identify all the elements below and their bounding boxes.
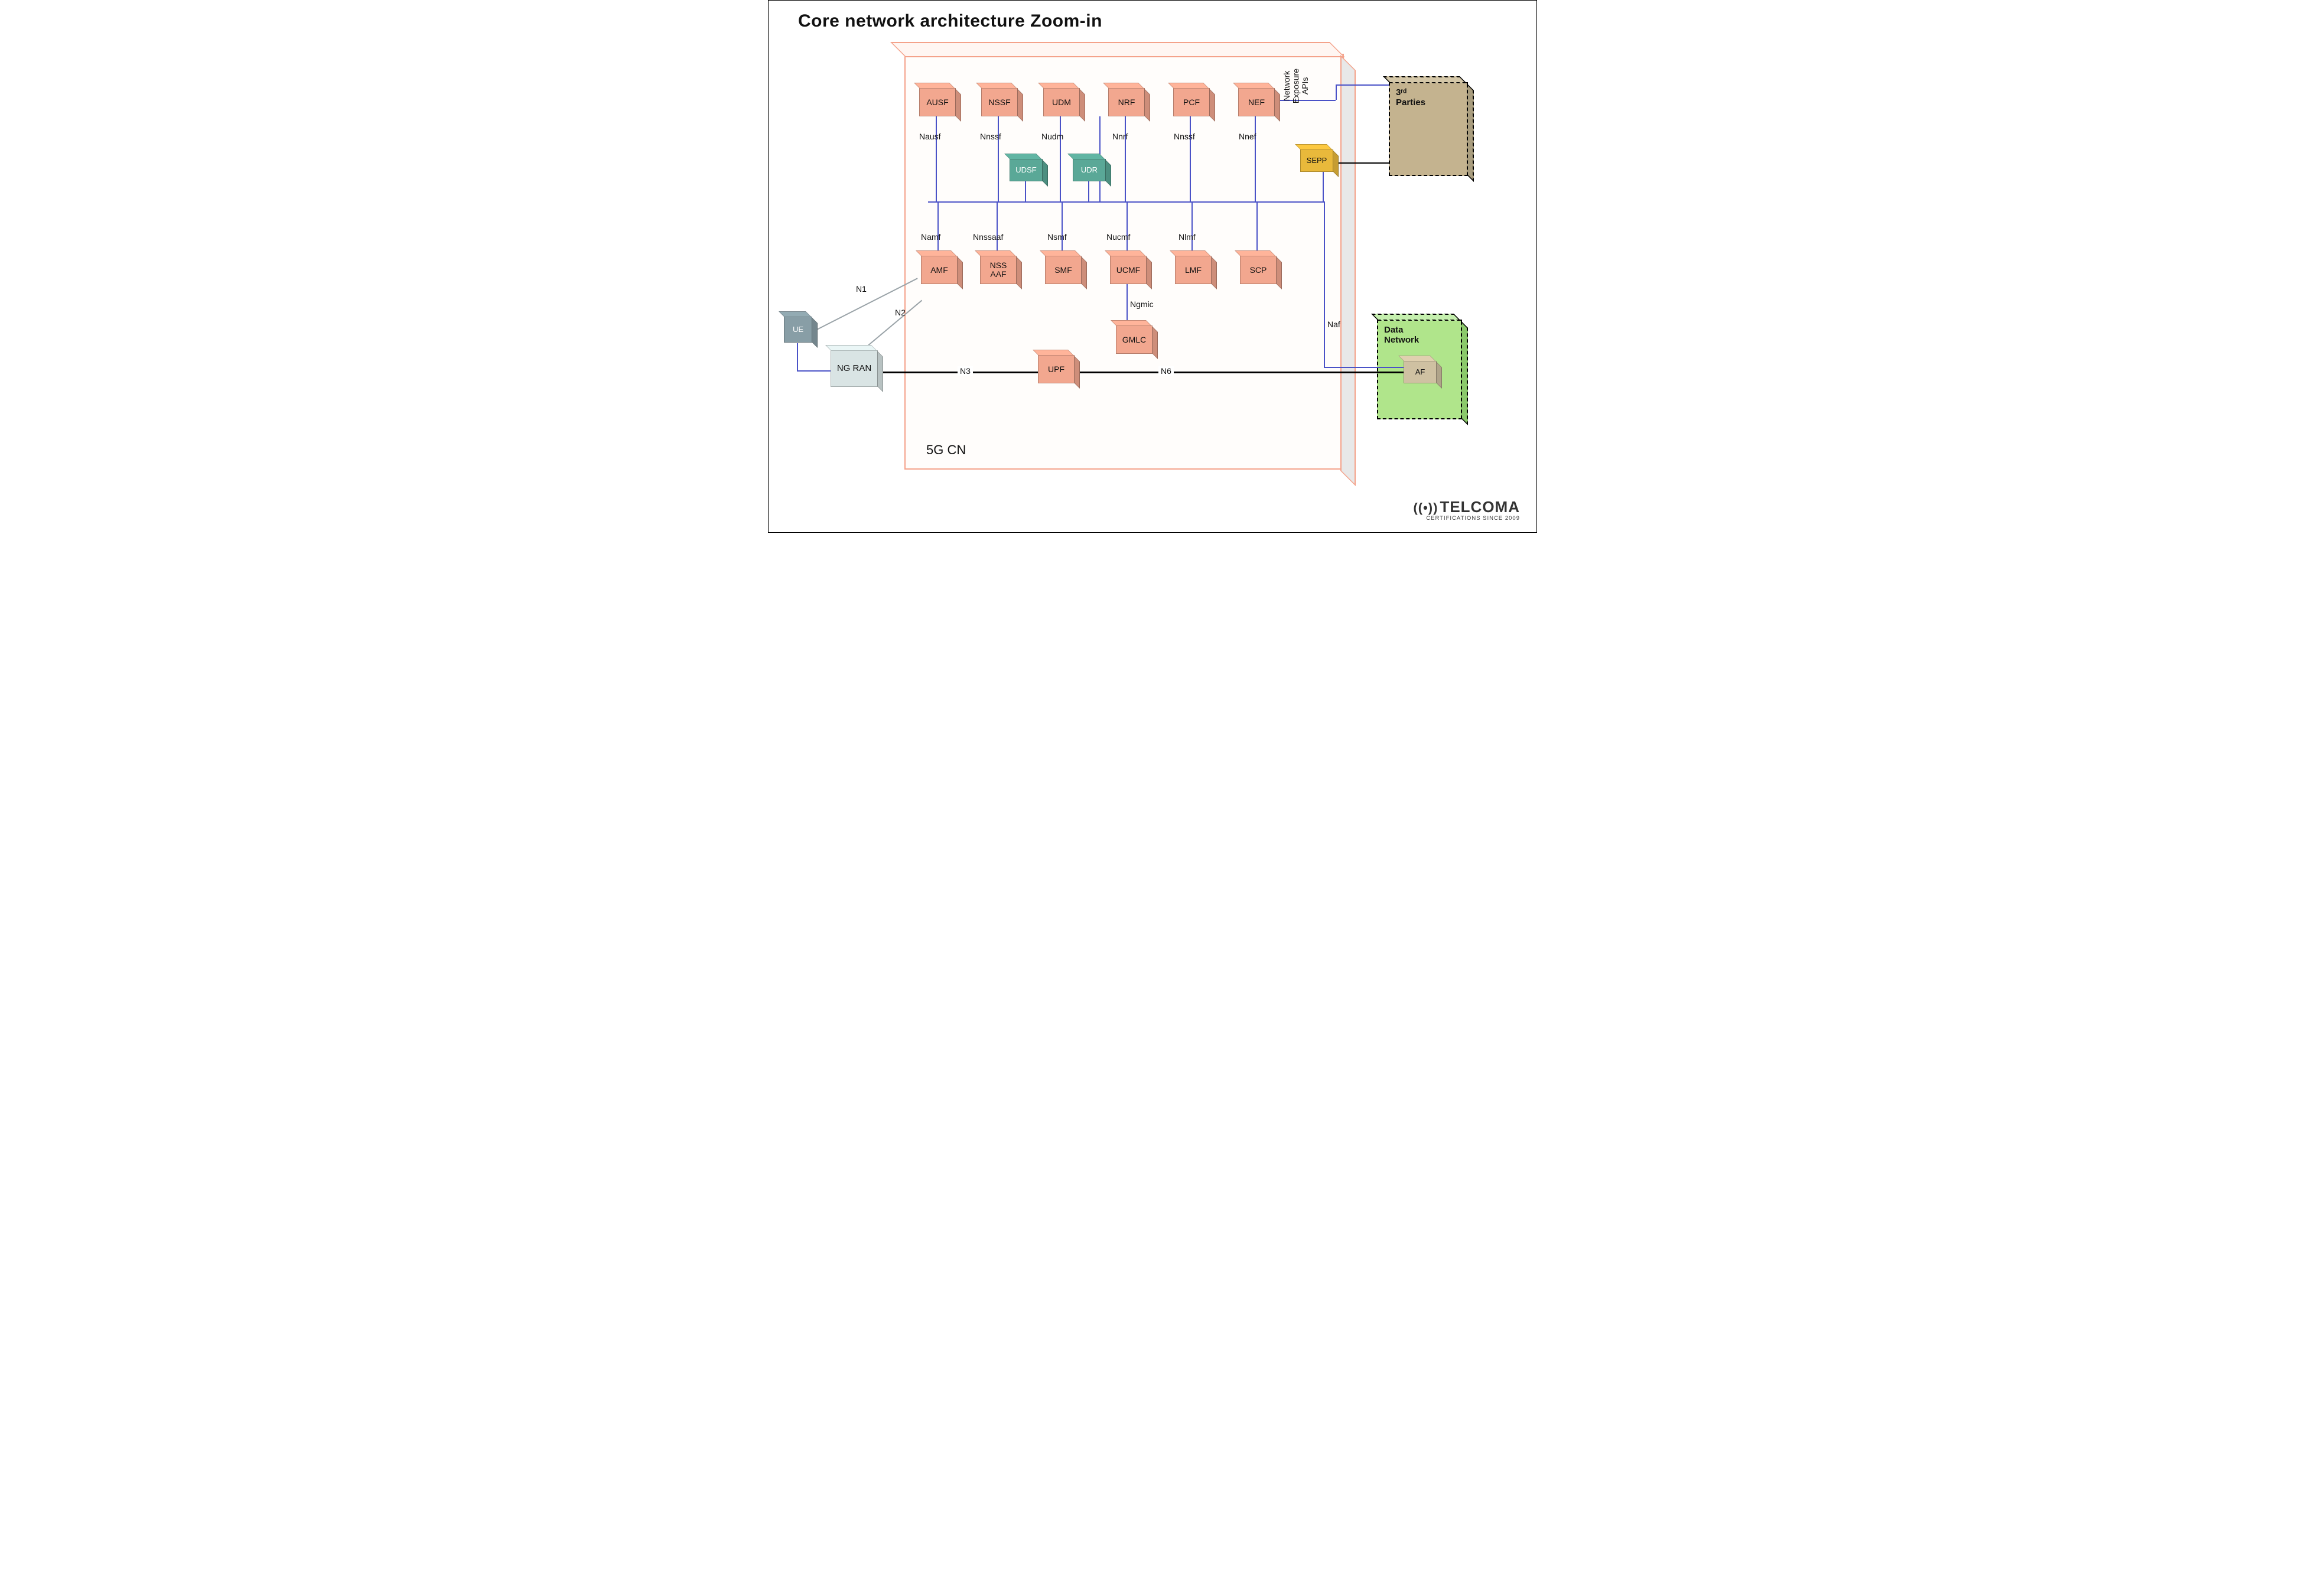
nf-nrf: NRF bbox=[1108, 88, 1145, 116]
nf-pcf: PCF bbox=[1173, 88, 1210, 116]
label-n6: N6 bbox=[1158, 366, 1174, 376]
af-label: AF bbox=[1415, 368, 1425, 376]
device-ue: UE bbox=[784, 317, 812, 343]
nf-smf: SMF bbox=[1045, 256, 1082, 284]
nf-nef: NEF bbox=[1238, 88, 1275, 116]
page-title: Core network architecture Zoom-in bbox=[798, 11, 1102, 31]
nf-udsf: UDSF bbox=[1010, 159, 1043, 181]
line-gmlc bbox=[1127, 284, 1128, 325]
logo-tagline: CERTIFICATIONS SINCE 2009 bbox=[1413, 515, 1520, 522]
line-pcf bbox=[1190, 116, 1191, 201]
logo-brand: TELCOMA bbox=[1440, 498, 1520, 516]
nf-amf: AMF bbox=[921, 256, 958, 284]
line-ucmf bbox=[1127, 201, 1128, 256]
nf-udm: UDM bbox=[1043, 88, 1080, 116]
line-nssaaf bbox=[997, 201, 998, 256]
ue-label: UE bbox=[793, 325, 803, 334]
nf-lmf: LMF bbox=[1175, 256, 1212, 284]
nf-scp: SCP bbox=[1240, 256, 1277, 284]
sepp-label: SEPP bbox=[1307, 157, 1327, 165]
brand-logo: ((•))TELCOMA CERTIFICATIONS SINCE 2009 bbox=[1413, 498, 1520, 522]
logo-waves-icon: ((•)) bbox=[1413, 500, 1438, 515]
diagram-page: Core network architecture Zoom-in 5G CN … bbox=[768, 0, 1537, 533]
line-udm bbox=[1060, 116, 1061, 201]
nf-nssaaf: NSS AAF bbox=[980, 256, 1017, 284]
service-bus bbox=[928, 201, 1324, 203]
line-sepp-bus bbox=[1323, 172, 1324, 201]
line-ue-down bbox=[797, 343, 798, 370]
iface-nudm: Nudm bbox=[1041, 132, 1063, 141]
nf-upf: UPF bbox=[1038, 355, 1075, 383]
nrf-label: NRF bbox=[1118, 98, 1135, 107]
iface-nnrf: Nnrf bbox=[1112, 132, 1128, 141]
container-label: 5G CN bbox=[926, 442, 966, 458]
ngran-label: NG RAN bbox=[837, 364, 871, 373]
line-nef bbox=[1255, 116, 1256, 201]
nf-udr: UDR bbox=[1073, 159, 1106, 181]
nf-ucmf: UCMF bbox=[1110, 256, 1147, 284]
node-ngran: NG RAN bbox=[831, 350, 878, 387]
smf-label: SMF bbox=[1054, 266, 1072, 275]
nf-nssf: NSSF bbox=[981, 88, 1018, 116]
label-n3: N3 bbox=[958, 366, 973, 376]
iface-nausf: Nausf bbox=[919, 132, 941, 141]
iface-ngmic: Ngmic bbox=[1130, 299, 1154, 309]
line-naf-v bbox=[1324, 201, 1325, 367]
line-amf bbox=[937, 201, 939, 256]
nf-gmlc: GMLC bbox=[1116, 325, 1152, 354]
ext-third-parties: 3ʳᵈ Parties bbox=[1389, 82, 1468, 176]
lmf-label: LMF bbox=[1185, 266, 1202, 275]
nf-ausf: AUSF bbox=[919, 88, 956, 116]
nf-sepp: SEPP bbox=[1300, 149, 1333, 172]
line-ue-right bbox=[797, 370, 831, 372]
gmlc-label: GMLC bbox=[1122, 336, 1146, 344]
iface-nnssf: Nnssf bbox=[980, 132, 1001, 141]
nf-af: AF bbox=[1404, 361, 1437, 383]
line-ausf bbox=[936, 116, 937, 201]
line-nef-up bbox=[1336, 84, 1337, 100]
line-udsf bbox=[1025, 181, 1026, 201]
line-nrf bbox=[1125, 116, 1126, 201]
line-scp bbox=[1256, 201, 1258, 256]
nssf-label: NSSF bbox=[988, 98, 1010, 107]
line-n6 bbox=[1076, 372, 1404, 373]
nef-label: NEF bbox=[1248, 98, 1265, 107]
udm-label: UDM bbox=[1052, 98, 1071, 107]
line-nssf bbox=[998, 116, 999, 201]
udsf-label: UDSF bbox=[1015, 166, 1036, 174]
amf-label: AMF bbox=[930, 266, 948, 275]
iface-nucmf: Nucmf bbox=[1106, 232, 1130, 242]
udr-label: UDR bbox=[1081, 166, 1098, 174]
iface-namf: Namf bbox=[921, 232, 940, 242]
line-naf-h bbox=[1324, 367, 1404, 368]
ucmf-label: UCMF bbox=[1116, 266, 1140, 275]
line-lmf bbox=[1191, 201, 1193, 256]
label-n1: N1 bbox=[856, 284, 867, 294]
iface-nlmf: Nlmf bbox=[1178, 232, 1196, 242]
iface-nsmf: Nsmf bbox=[1047, 232, 1067, 242]
dn-title: Data Network bbox=[1384, 325, 1419, 345]
line-nef-parties bbox=[1336, 84, 1389, 86]
iface-nnef: Nnef bbox=[1239, 132, 1256, 141]
line-sepp-parties bbox=[1334, 162, 1389, 164]
parties-title: 3ʳᵈ Parties bbox=[1396, 88, 1425, 108]
iface-naf: Naf bbox=[1327, 320, 1340, 329]
iface-nnssf2: Nnssf bbox=[1174, 132, 1195, 141]
label-n2: N2 bbox=[895, 308, 906, 317]
upf-label: UPF bbox=[1048, 365, 1064, 374]
line-udr bbox=[1088, 181, 1089, 201]
nssaaf-label: NSS AAF bbox=[990, 261, 1007, 278]
ausf-label: AUSF bbox=[926, 98, 948, 107]
line-smf bbox=[1062, 201, 1063, 256]
pcf-label: PCF bbox=[1183, 98, 1200, 107]
iface-nnssaaf: Nnssaaf bbox=[973, 232, 1003, 242]
label-exposure: Network Exposure APIs bbox=[1282, 69, 1310, 103]
scp-label: SCP bbox=[1250, 266, 1267, 275]
